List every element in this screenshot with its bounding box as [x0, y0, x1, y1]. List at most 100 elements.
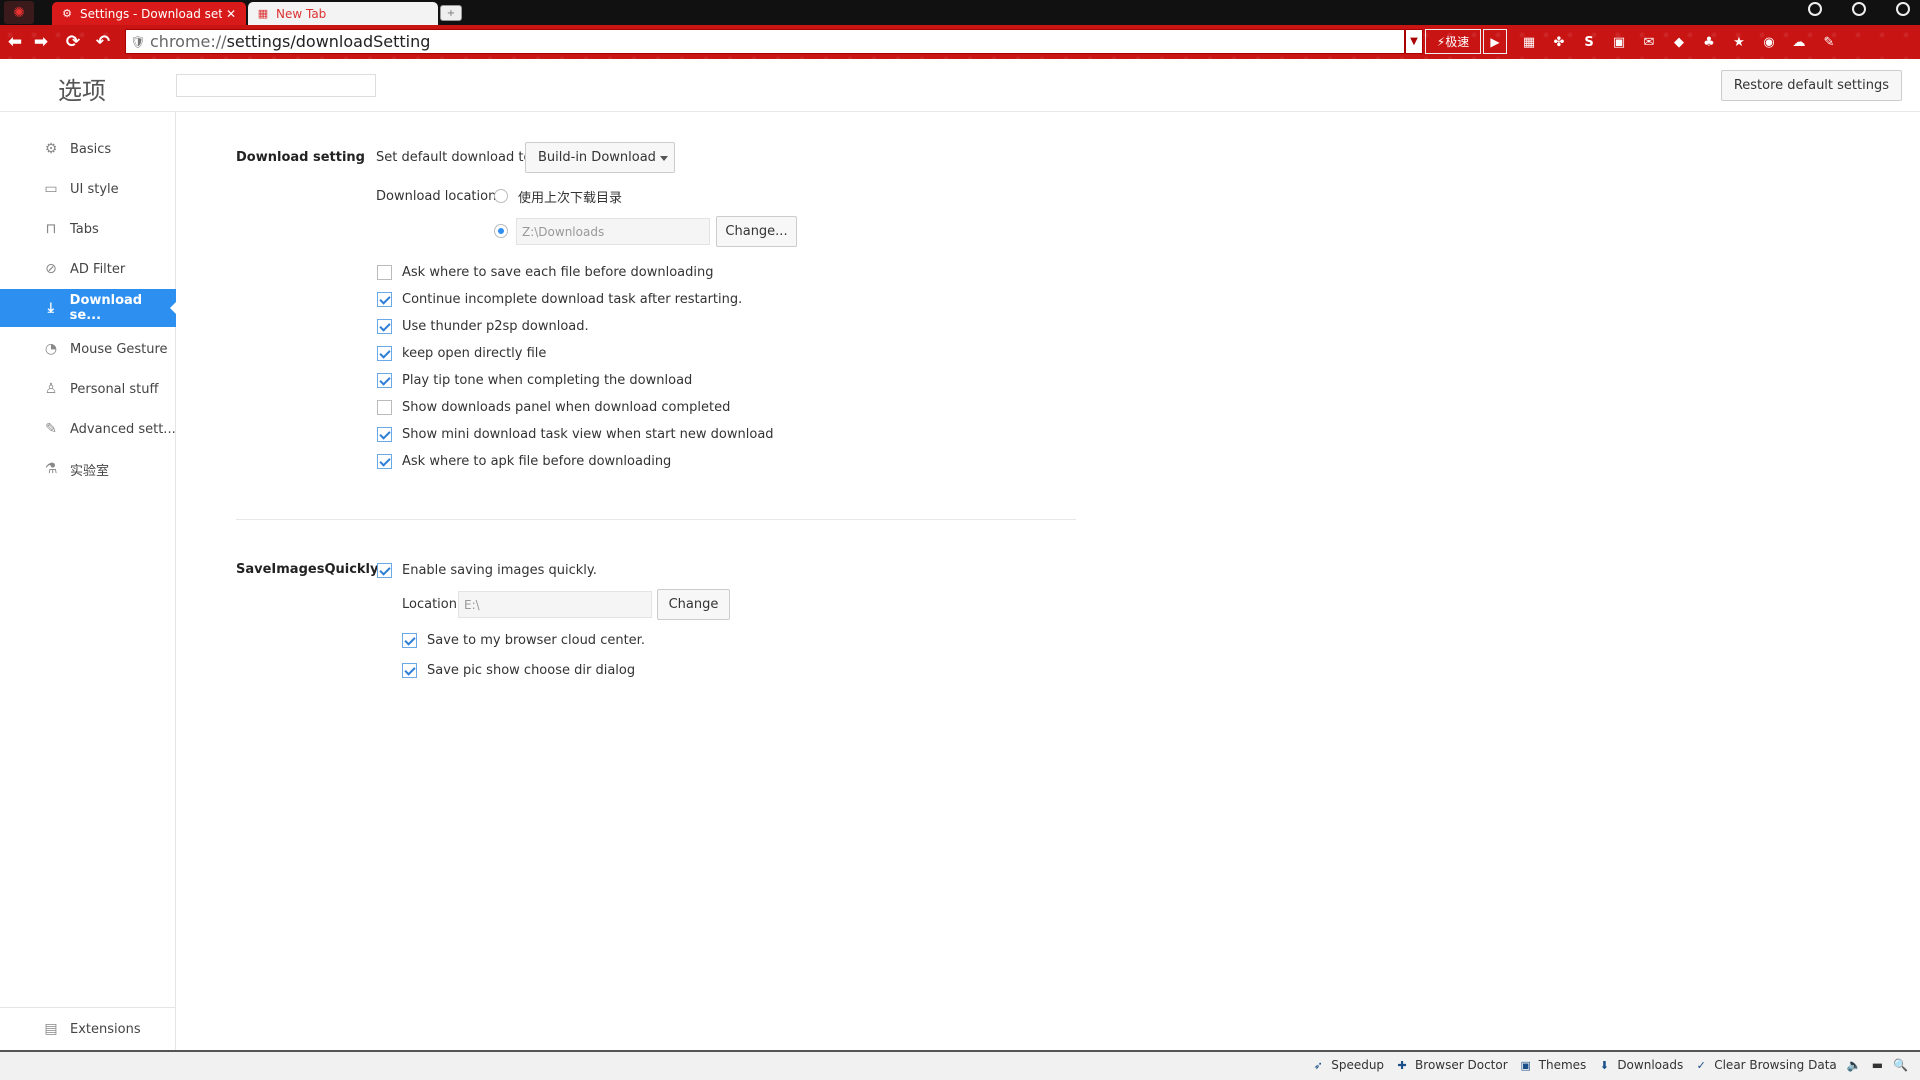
option-play-tip-tone[interactable]: Play tip tone when completing the downlo… — [377, 370, 692, 390]
checkbox[interactable] — [377, 453, 392, 469]
bird-icon[interactable]: ◆ — [1668, 31, 1690, 53]
desktop-icon[interactable]: ▬ — [1872, 1058, 1883, 1072]
block-icon: ⊘ — [45, 261, 57, 277]
status-label: Speedup — [1331, 1058, 1385, 1072]
checkbox[interactable] — [402, 632, 417, 648]
address-dropdown-button[interactable]: ▼ — [1405, 29, 1423, 54]
option-ask-apk-location[interactable]: Ask where to apk file before downloading — [377, 451, 671, 471]
sidebar-item-extensions[interactable]: ▤ Extensions — [0, 1007, 176, 1050]
tab-settings[interactable]: ⚙ Settings - Download settir ✕ — [52, 2, 246, 25]
option-choose-dir-dialog[interactable]: Save pic show choose dir dialog — [402, 660, 635, 680]
address-bar[interactable]: 🛡 chrome://settings/downloadSetting — [125, 29, 1405, 54]
option-show-downloads-panel[interactable]: Show downloads panel when download compl… — [377, 397, 730, 417]
default-download-value: Build-in Download — [538, 150, 656, 165]
checkbox[interactable] — [377, 264, 392, 280]
screenshot-icon[interactable]: ▣ — [1608, 31, 1630, 53]
status-label: Browser Doctor — [1415, 1058, 1508, 1072]
forward-arrow-icon[interactable]: ➡ — [30, 31, 52, 53]
browser-logo-icon[interactable]: ✺ — [4, 1, 34, 24]
download-section-title: Download setting — [236, 150, 365, 165]
sidebar-item-advanced-settings[interactable]: ✎ Advanced sett... — [0, 410, 176, 448]
new-badge-icon[interactable]: ★ — [1728, 31, 1750, 53]
reload-icon[interactable]: ⟳ — [62, 31, 84, 53]
checkbox[interactable] — [377, 372, 392, 388]
gear-icon: ⚙ — [44, 141, 58, 157]
themes-icon: ▣ — [1520, 1058, 1531, 1072]
search-input[interactable] — [176, 74, 376, 97]
checkbox[interactable] — [377, 318, 392, 334]
chevron-down-icon — [660, 156, 668, 161]
status-speedup[interactable]: ➶ Speedup — [1310, 1057, 1384, 1073]
sidebar-item-tabs[interactable]: ⊓ Tabs — [0, 210, 176, 248]
sidebar-item-personal-stuff[interactable]: ♙ Personal stuff — [0, 370, 176, 408]
broom-icon: ✓ — [1696, 1058, 1706, 1072]
checkbox[interactable] — [377, 562, 392, 578]
new-tab-button[interactable]: + — [440, 5, 462, 21]
status-clear-data[interactable]: ✓ Clear Browsing Data — [1693, 1057, 1837, 1073]
option-label: Enable saving images quickly. — [402, 562, 597, 578]
doctor-icon: ✚ — [1397, 1058, 1407, 1072]
status-themes[interactable]: ▣ Themes — [1518, 1057, 1587, 1073]
option-save-cloud-center[interactable]: Save to my browser cloud center. — [402, 630, 645, 650]
option-show-mini-task-view[interactable]: Show mini download task view when start … — [377, 424, 774, 444]
restore-defaults-button[interactable]: Restore default settings — [1720, 70, 1902, 101]
option-label: Show mini download task view when start … — [402, 426, 774, 442]
sidebar-item-ad-filter[interactable]: ⊘ AD Filter — [0, 250, 176, 288]
speed-mode-button[interactable]: ⚡极速 — [1425, 29, 1481, 54]
option-thunder-p2sp[interactable]: Use thunder p2sp download. — [377, 316, 589, 336]
close-window-icon[interactable] — [1896, 2, 1910, 16]
cloud-icon[interactable]: ☁ — [1788, 31, 1810, 53]
back-arrow-icon[interactable]: ⬅ — [4, 31, 26, 53]
url-path: settings/downloadSetting — [226, 32, 431, 51]
sidebar-item-ui-style[interactable]: ▭ UI style — [0, 170, 176, 208]
sidebar-item-label: Basics — [70, 141, 112, 157]
checkbox[interactable] — [377, 399, 392, 415]
default-download-select[interactable]: Build-in Download — [525, 142, 675, 173]
sidebar-item-basics[interactable]: ⚙ Basics — [0, 130, 176, 168]
settings-header: 选项 Restore default settings — [0, 59, 1920, 112]
minimize-icon[interactable] — [1808, 2, 1822, 16]
download-path-field[interactable]: Z:\Downloads — [516, 218, 710, 245]
change-download-location-button[interactable]: Change... — [716, 216, 797, 247]
s-extension-icon[interactable]: S — [1578, 31, 1600, 53]
option-ask-save-location[interactable]: Ask where to save each file before downl… — [377, 262, 713, 282]
checkbox[interactable] — [377, 426, 392, 442]
paw-icon[interactable]: ✤ — [1548, 31, 1570, 53]
status-label: Themes — [1538, 1058, 1587, 1072]
tv-icon[interactable]: ◉ — [1758, 31, 1780, 53]
last-directory-label: 使用上次下载目录 — [518, 191, 623, 206]
wrench-menu-icon[interactable]: ✎ — [1818, 31, 1840, 53]
volume-icon[interactable]: 🔈 — [1847, 1058, 1862, 1072]
window-controls — [1808, 2, 1910, 16]
checkbox[interactable] — [377, 345, 392, 361]
sidebar-item-mouse-gesture[interactable]: ◔ Mouse Gesture — [0, 330, 176, 368]
checkbox[interactable] — [402, 662, 417, 678]
radio-custom-directory[interactable] — [494, 224, 508, 238]
change-save-images-location-button[interactable]: Change — [657, 589, 730, 620]
checkbox[interactable] — [377, 291, 392, 307]
status-browser-doctor[interactable]: ✚ Browser Doctor — [1394, 1057, 1508, 1073]
flask-icon: ⚗ — [44, 461, 58, 477]
maximize-icon[interactable] — [1852, 2, 1866, 16]
app-grid-icon[interactable]: ▦ — [1518, 31, 1540, 53]
zoom-icon[interactable]: 🔍 — [1893, 1058, 1908, 1072]
sidebar-item-label: Mouse Gesture — [70, 341, 168, 357]
extensions-icon: ▤ — [44, 1021, 58, 1037]
radio-last-directory[interactable] — [494, 189, 508, 203]
status-downloads[interactable]: ⬇ Downloads — [1596, 1057, 1684, 1073]
undo-icon[interactable]: ↶ — [92, 31, 114, 53]
save-images-path-field[interactable]: E:\ — [458, 591, 652, 618]
sidebar-item-label: Tabs — [70, 221, 99, 237]
close-icon[interactable]: ✕ — [226, 7, 236, 21]
option-keep-open-file[interactable]: keep open directly file — [377, 343, 546, 363]
play-icon[interactable]: ▶ — [1483, 29, 1507, 54]
tab-new-tab[interactable]: ▦ New Tab — [248, 2, 438, 25]
mail-icon[interactable]: ✉ — [1638, 31, 1660, 53]
option-continue-incomplete[interactable]: Continue incomplete download task after … — [377, 289, 742, 309]
option-label: Play tip tone when completing the downlo… — [402, 372, 693, 388]
sidebar-item-download-settings[interactable]: ⤓ Download se... — [0, 289, 177, 327]
sidebar-item-lab[interactable]: ⚗ 实验室 — [0, 450, 176, 488]
tree-icon[interactable]: ♣ — [1698, 31, 1720, 53]
option-enable-save-images[interactable]: Enable saving images quickly. — [377, 560, 597, 580]
window-icon: ▭ — [44, 181, 58, 197]
